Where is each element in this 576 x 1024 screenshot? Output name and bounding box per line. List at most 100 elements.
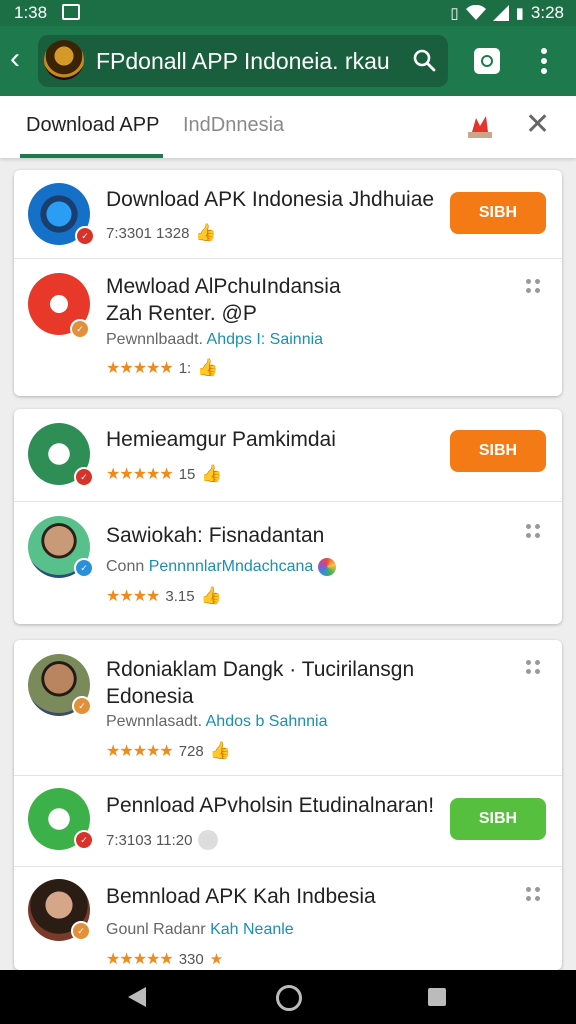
status-time-right: 3:28 — [530, 3, 564, 22]
app-subtitle: Conn PennnnlarMndachcana — [106, 558, 336, 576]
app-rating: ★★★★★ 1: 👍 — [106, 358, 218, 378]
app-title-line1: Rdoniaklam Dangk · Tucirilansgn — [106, 658, 415, 681]
thumbs-up-icon: 👍 — [195, 223, 217, 242]
app-rating: ★★★★ 3.15 👍 — [106, 586, 222, 606]
star-rating-icon: ★★★★★ — [106, 360, 174, 377]
list-item[interactable]: ✓ Hemieamgur Pamkimdai ★★★★★ 15 👍 SIBH — [14, 409, 562, 501]
app-rating: ★★★★★ 728 👍 — [106, 741, 231, 761]
app-title: Bemnload APK Kah Indbesia — [106, 885, 376, 908]
star-rating-icon: ★★★★ — [106, 588, 160, 605]
app-card-1: ✓ Download APK Indonesia Jhdhuiae 7:3301… — [14, 170, 562, 396]
install-button[interactable]: SIBH — [450, 430, 546, 472]
verified-badge: ✓ — [74, 467, 94, 487]
thumbs-up-icon: 👍 — [201, 464, 223, 483]
list-item[interactable]: ✓ Mewload AlPchuIndansia Zah Renter. @P … — [14, 259, 562, 396]
drag-handle-icon[interactable] — [526, 279, 542, 295]
app-title: Pennload APvholsin Etudinalnaran! — [106, 794, 435, 817]
nav-back-icon[interactable] — [128, 987, 146, 1007]
verified-badge: ✓ — [74, 558, 94, 578]
list-item[interactable]: ✓ Sawiokah: Fisnadantan Conn PennnnlarMn… — [14, 502, 562, 624]
list-item[interactable]: ✓ Rdoniaklam Dangk · Tucirilansgn Edones… — [14, 640, 562, 775]
install-button-label: SIBH — [478, 442, 518, 459]
verified-badge: ✓ — [74, 830, 94, 850]
color-wheel-icon — [317, 558, 336, 576]
app-rating-text: 15 — [178, 465, 196, 483]
app-subtitle-link[interactable]: Ahdps I: Sainnia — [207, 331, 324, 348]
list-item[interactable]: ✓ Bemnload APK Kah Indbesia Gounl Radanr… — [14, 867, 562, 970]
status-icons: ▯ ▮ 3:28 — [450, 3, 564, 23]
tab-indonesia[interactable]: IndDnnesia — [183, 114, 284, 137]
app-meta: 7:3301 1328 👍 — [106, 223, 217, 243]
status-time-left: 1:38 — [14, 3, 48, 22]
thumbs-up-icon: 👍 — [200, 586, 222, 605]
app-subtitle-prefix: Gounl Radanr — [106, 921, 206, 938]
app-title-line2: Edonesia — [106, 685, 194, 708]
app-rating-text: 3.15 — [165, 587, 195, 605]
search-input[interactable]: FPdonall APP Indoneia. rkau — [96, 48, 390, 75]
app-rating: ★★★★★ 15 👍 — [106, 464, 223, 484]
app-title-line2: Zah Renter. @P — [106, 302, 257, 325]
tab-download-app[interactable]: Download APP — [26, 114, 159, 137]
app-subtitle-prefix: Conn — [106, 558, 145, 576]
app-rating-text: 1: — [178, 359, 192, 377]
verified-badge: ✓ — [70, 319, 90, 339]
app-subtitle: Gounl Radanr Kah Neanle — [106, 921, 294, 939]
search-icon[interactable] — [412, 48, 436, 72]
app-title-line1: Mewload AlPchuIndansia — [106, 275, 341, 298]
install-button[interactable]: SIBH — [450, 192, 546, 234]
search-box[interactable]: FPdonall APP Indoneia. rkau — [38, 35, 448, 87]
wifi-icon — [465, 5, 486, 20]
nav-recents-icon[interactable] — [428, 988, 446, 1006]
install-button-label: SIBH — [478, 810, 518, 827]
battery-icon: ▮ — [515, 5, 524, 22]
nav-home-icon[interactable] — [276, 985, 302, 1011]
apps-icon[interactable] — [474, 48, 500, 74]
app-card-3: ✓ Rdoniaklam Dangk · Tucirilansgn Edones… — [14, 640, 562, 970]
app-meta: 7:3103 11:20 — [106, 830, 219, 850]
app-bar: ‹ FPdonall APP Indoneia. rkau — [0, 26, 576, 96]
app-subtitle: Pewnnlbaadt. Ahdps I: Sainnia — [106, 331, 323, 349]
status-bar: 1:38 ▯ ▮ 3:28 — [0, 0, 576, 26]
app-title: Sawiokah: Fisnadantan — [106, 524, 325, 547]
back-arrow-icon[interactable]: ‹ — [10, 44, 20, 74]
verified-badge: ✓ — [72, 696, 92, 716]
signal-icon — [492, 5, 509, 21]
system-nav-bar — [0, 970, 576, 1024]
like-circle-icon — [198, 830, 219, 850]
tab-bar: Download APP IndDnnesia ✕ — [0, 96, 576, 158]
star-rating-icon: ★★★★★ — [106, 951, 174, 968]
app-card-2: ✓ Hemieamgur Pamkimdai ★★★★★ 15 👍 SIBH ✓… — [14, 409, 562, 624]
app-subtitle: Pewnnlasadt. Ahdos b Sahnnia — [106, 713, 328, 731]
app-rating-text: 728 — [178, 742, 204, 760]
app-subtitle-link[interactable]: Ahdos b Sahnnia — [206, 713, 328, 730]
thumbs-up-icon: 👍 — [209, 741, 231, 760]
list-item[interactable]: ✓ Download APK Indonesia Jhdhuiae 7:3301… — [14, 170, 562, 258]
close-icon[interactable]: ✕ — [525, 110, 550, 140]
list-item[interactable]: ✓ Pennload APvholsin Etudinalnaran! 7:31… — [14, 776, 562, 866]
install-button[interactable]: SIBH — [450, 798, 546, 840]
app-subtitle-prefix: Pewnnlasadt. — [106, 713, 203, 730]
verified-badge: ✓ — [75, 226, 95, 246]
app-logo — [44, 40, 84, 80]
more-vert-icon[interactable] — [534, 46, 554, 76]
app-rating-text: 330 — [178, 950, 204, 968]
app-meta-text: 7:3301 1328 — [106, 224, 190, 242]
thumbs-up-icon: 👍 — [197, 358, 219, 377]
star-rating-icon: ★★★★★ — [106, 466, 174, 483]
tab-indicator — [20, 154, 163, 158]
gallery-icon — [62, 4, 80, 20]
app-title: Download APK Indonesia Jhdhuiae — [106, 188, 435, 211]
flag-icon[interactable] — [466, 114, 494, 140]
app-subtitle-link[interactable]: Kah Neanle — [210, 921, 294, 938]
app-subtitle-link[interactable]: PennnnlarMndachcana — [149, 558, 314, 575]
drag-handle-icon[interactable] — [526, 887, 542, 903]
verified-badge: ✓ — [71, 921, 91, 941]
drag-handle-icon[interactable] — [526, 524, 542, 540]
drag-handle-icon[interactable] — [526, 660, 542, 676]
app-meta-text: 7:3103 11:20 — [106, 831, 193, 849]
star-icon: ★ — [209, 951, 224, 968]
vibrate-icon: ▯ — [450, 5, 459, 22]
app-rating: ★★★★★ 330 ★ — [106, 949, 223, 969]
app-subtitle-prefix: Pewnnlbaadt. — [106, 331, 203, 348]
star-rating-icon: ★★★★★ — [106, 743, 174, 760]
